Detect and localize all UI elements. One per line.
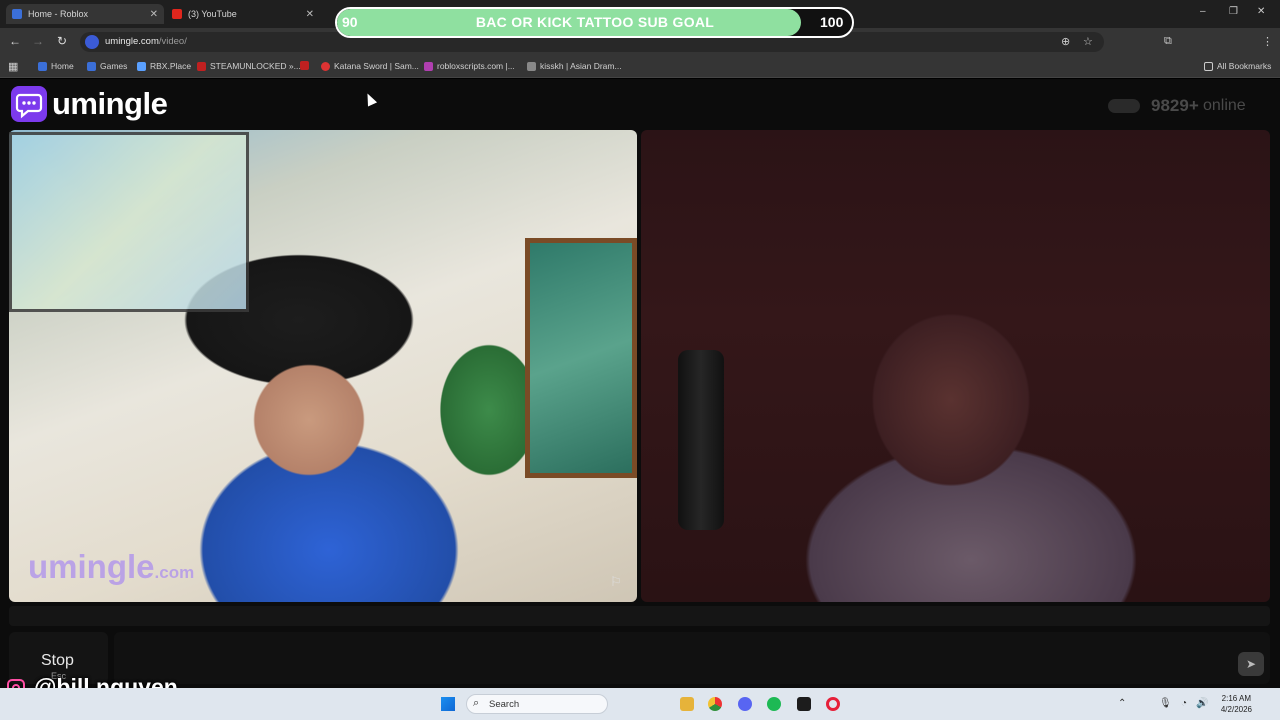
chat-bubble-icon <box>15 93 43 119</box>
windows-start-icon[interactable] <box>441 697 455 711</box>
zoom-icon[interactable]: ⊕ <box>1061 35 1070 48</box>
all-bookmarks-label: All Bookmarks <box>1217 61 1272 71</box>
windows-taskbar <box>0 688 1280 720</box>
menu-icon[interactable]: ⋮ <box>1262 35 1273 48</box>
spotify-icon[interactable] <box>767 697 781 711</box>
roblox-icon <box>87 61 96 71</box>
back-button[interactable]: ← <box>7 34 23 48</box>
tab-close-icon[interactable]: ✕ <box>150 9 158 20</box>
bookmark-home[interactable]: Home <box>38 61 74 71</box>
send-icon[interactable]: ➤ <box>1238 652 1264 676</box>
goal-title: BAC OR KICK TATTOO SUB GOAL <box>475 14 715 30</box>
bookmark-unnamed[interactable] <box>300 61 313 70</box>
report-flag-icon[interactable]: ⚐ <box>610 574 622 590</box>
online-label: online <box>1203 97 1246 114</box>
robloxscripts-icon <box>424 61 433 71</box>
close-window-button[interactable]: ✕ <box>1257 6 1265 17</box>
file-explorer-icon[interactable] <box>680 697 694 711</box>
bookmark-kisskh[interactable]: kisskh | Asian Dram... <box>527 61 622 71</box>
rbx-place-icon <box>137 61 146 71</box>
watermark-suffix: .com <box>154 563 195 582</box>
bookmark-label: kisskh | Asian Dram... <box>540 61 622 71</box>
android-studio-icon[interactable] <box>797 697 811 711</box>
url-host: umingle.com <box>105 36 159 47</box>
opera-icon[interactable] <box>826 697 840 711</box>
bookmark-games[interactable]: Games <box>87 61 127 71</box>
bookmark-robloxscripts[interactable]: robloxscripts.com |... <box>424 61 515 71</box>
goal-end-value: 100 <box>820 14 844 30</box>
site-info-icon[interactable] <box>85 35 99 49</box>
tab-close-icon[interactable]: ✕ <box>306 9 314 20</box>
tab-title: Home - Roblox <box>28 9 89 19</box>
bookmark-star-icon[interactable]: ☆ <box>1083 35 1093 48</box>
roblox-favicon-icon <box>12 9 22 19</box>
bookmark-label: Games <box>100 61 128 71</box>
tray-chevron-icon[interactable]: ⌃ <box>1118 698 1126 709</box>
stop-button-label: Stop <box>41 652 74 669</box>
red-bookmark-icon <box>300 61 309 70</box>
minimize-button[interactable]: – <box>1200 6 1206 17</box>
framed-picture <box>525 238 637 478</box>
volume-icon[interactable]: 🔊 <box>1196 698 1208 709</box>
folder-icon <box>1204 61 1213 71</box>
microphone-stand <box>678 350 724 530</box>
wall-painting <box>9 132 249 312</box>
maximize-button[interactable]: ❐ <box>1229 6 1238 17</box>
clock-date[interactable]: 4/2/2026 <box>1214 705 1252 714</box>
wifi-icon[interactable]: ◔ <box>1181 698 1187 709</box>
bookmark-katana-sword[interactable]: Katana Sword | Sam... <box>321 61 419 71</box>
bookmark-label: Katana Sword | Sam... <box>334 61 419 71</box>
umingle-logo-icon[interactable] <box>11 86 47 122</box>
umingle-watermark: umingle.com <box>28 548 194 586</box>
bookmark-steamunlocked[interactable]: STEAMUNLOCKED »... <box>197 61 301 71</box>
clock-time[interactable]: 2:16 AM <box>1221 694 1251 703</box>
steamunlocked-icon <box>197 61 206 71</box>
search-icon: ⌕ <box>473 697 480 709</box>
youtube-favicon-icon <box>172 9 182 19</box>
self-video <box>641 130 1270 602</box>
taskbar-search-label: Search <box>489 699 520 710</box>
online-count: 9829+ <box>1151 96 1199 115</box>
chrome-icon[interactable] <box>708 697 722 711</box>
extensions-icon[interactable]: ⧉ <box>1164 35 1172 48</box>
katana-icon <box>321 61 330 71</box>
roblox-icon <box>38 61 47 71</box>
taskbar-search[interactable] <box>466 694 608 714</box>
umingle-logo-text[interactable]: umingle <box>52 86 168 122</box>
bookmark-label: robloxscripts.com |... <box>437 61 515 71</box>
microphone-icon[interactable]: 🎙 <box>1159 698 1172 709</box>
bookmarks-bar <box>0 56 1280 78</box>
tab-title: (3) YouTube <box>188 9 237 19</box>
tab-roblox[interactable]: Home - Roblox ✕ <box>6 4 164 24</box>
online-toggle[interactable] <box>1108 99 1140 113</box>
url-text[interactable]: umingle.com/video/ <box>105 36 187 47</box>
watermark-text: umingle <box>28 548 155 585</box>
bookmark-label: RBX.Place <box>150 61 192 71</box>
tab-youtube[interactable]: (3) YouTube ✕ <box>166 4 320 24</box>
chat-log <box>9 606 1270 626</box>
all-bookmarks[interactable]: All Bookmarks <box>1204 61 1271 71</box>
kisskh-icon <box>527 61 536 71</box>
chat-input[interactable] <box>114 632 1270 684</box>
bookmark-rbx-place[interactable]: RBX.Place <box>137 61 191 71</box>
goal-start-value: 90 <box>342 14 358 30</box>
apps-icon[interactable]: ▦ <box>8 60 18 73</box>
url-path: /video/ <box>158 36 187 47</box>
reload-button[interactable]: ↻ <box>54 34 70 48</box>
forward-button[interactable]: → <box>30 34 46 48</box>
bookmark-label: STEAMUNLOCKED »... <box>210 61 301 71</box>
discord-icon[interactable] <box>738 697 752 711</box>
bookmark-label: Home <box>51 61 74 71</box>
